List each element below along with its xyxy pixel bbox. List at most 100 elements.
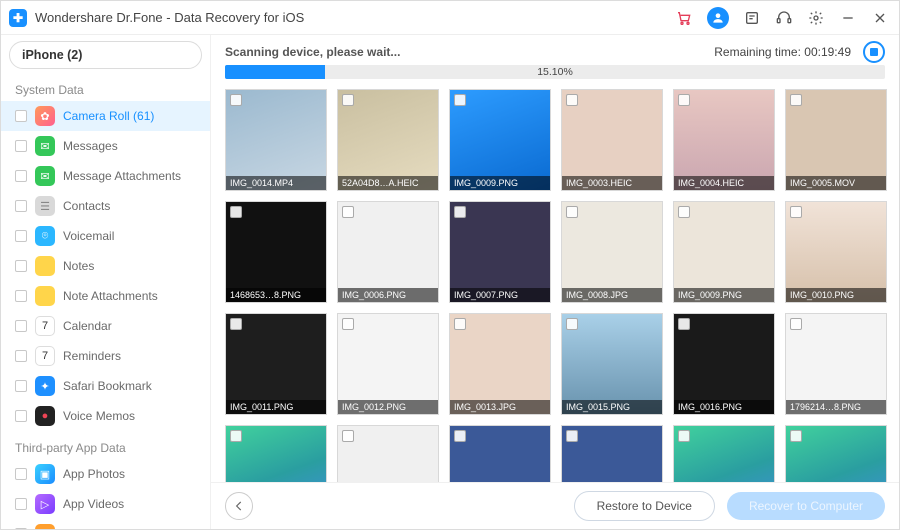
sidebar-group-label: Third-party App Data [1,431,210,459]
thumbnail-checkbox[interactable] [678,94,690,106]
sidebar-item-camera-roll[interactable]: ✿Camera Roll (61) [1,101,210,131]
feedback-icon[interactable] [743,9,761,27]
thumbnail[interactable]: 1796214…8.PNG [785,313,887,415]
thumbnail[interactable]: IMG_0004.HEIC [673,89,775,191]
thumbnail[interactable] [337,425,439,482]
sidebar-item-messages[interactable]: ✉Messages [1,131,210,161]
sidebar-item-notes[interactable]: Notes [1,251,210,281]
checkbox[interactable] [15,110,27,122]
sidebar-item-voicemail[interactable]: ⌾Voicemail [1,221,210,251]
thumbnail-checkbox[interactable] [454,206,466,218]
checkbox[interactable] [15,498,27,510]
thumbnail-checkbox[interactable] [790,318,802,330]
thumbnail[interactable] [561,425,663,482]
thumbnail[interactable]: IMG_0014.MP4 [225,89,327,191]
app-document-icon: ≡ [35,524,55,529]
thumbnail-checkbox[interactable] [678,206,690,218]
thumbnail-checkbox[interactable] [678,318,690,330]
thumbnail[interactable]: 52A04D8…A.HEIC [337,89,439,191]
back-button[interactable] [225,492,253,520]
thumbnail-checkbox[interactable] [342,430,354,442]
checkbox[interactable] [15,170,27,182]
sidebar-group-label: System Data [1,73,210,101]
thumbnail-checkbox[interactable] [790,94,802,106]
sidebar-item-message-attachments[interactable]: ✉Message Attachments [1,161,210,191]
sidebar-item-note-attachments[interactable]: Note Attachments [1,281,210,311]
checkbox[interactable] [15,140,27,152]
voicemail-icon: ⌾ [35,226,55,246]
checkbox[interactable] [15,260,27,272]
thumbnail[interactable]: IMG_0009.PNG [449,89,551,191]
thumbnail[interactable]: IMG_0011.PNG [225,313,327,415]
thumbnail-caption: IMG_0003.HEIC [562,176,662,190]
restore-to-device-button[interactable]: Restore to Device [574,491,715,521]
device-selector[interactable]: iPhone (2) [9,41,202,69]
sidebar-item-safari-bookmark[interactable]: ✦Safari Bookmark [1,371,210,401]
support-icon[interactable] [775,9,793,27]
thumbnail-grid-scroll[interactable]: IMG_0014.MP452A04D8…A.HEICIMG_0009.PNGIM… [211,87,899,482]
thumbnail-checkbox[interactable] [230,94,242,106]
account-icon[interactable] [707,7,729,29]
cart-icon[interactable] [675,9,693,27]
sidebar-item-reminders[interactable]: 7Reminders [1,341,210,371]
thumbnail-checkbox[interactable] [566,94,578,106]
sidebar-item-calendar[interactable]: 7Calendar [1,311,210,341]
thumbnail[interactable] [785,425,887,482]
thumbnail-checkbox[interactable] [230,318,242,330]
thumbnail[interactable]: IMG_0012.PNG [337,313,439,415]
thumbnail-checkbox[interactable] [342,318,354,330]
thumbnail[interactable]: IMG_0005.MOV [785,89,887,191]
close-button[interactable] [871,9,889,27]
minimize-button[interactable] [839,9,857,27]
notes-icon [35,256,55,276]
sidebar-item-contacts[interactable]: ☰Contacts [1,191,210,221]
thumbnail[interactable]: IMG_0006.PNG [337,201,439,303]
thumbnail-checkbox[interactable] [454,318,466,330]
thumbnail[interactable]: IMG_0010.PNG [785,201,887,303]
checkbox[interactable] [15,230,27,242]
settings-icon[interactable] [807,9,825,27]
sidebar-item-app-videos[interactable]: ▷App Videos [1,489,210,519]
thumbnail[interactable]: IMG_0016.PNG [673,313,775,415]
thumbnail[interactable]: IMG_0015.PNG [561,313,663,415]
checkbox[interactable] [15,468,27,480]
scan-progress-label: 15.10% [225,65,885,79]
recover-to-computer-button[interactable]: Recover to Computer [727,492,885,520]
thumbnail[interactable] [449,425,551,482]
thumbnail-caption: 1468653…8.PNG [226,288,326,302]
thumbnail-checkbox[interactable] [566,430,578,442]
thumbnail[interactable] [225,425,327,482]
sidebar-item-label: Note Attachments [63,289,158,303]
thumbnail[interactable]: IMG_0013.JPG [449,313,551,415]
thumbnail-checkbox[interactable] [790,430,802,442]
calendar-icon: 7 [35,316,55,336]
sidebar-item-voice-memos[interactable]: ●Voice Memos [1,401,210,431]
thumbnail[interactable]: IMG_0008.JPG [561,201,663,303]
thumbnail[interactable]: IMG_0003.HEIC [561,89,663,191]
checkbox[interactable] [15,290,27,302]
checkbox[interactable] [15,380,27,392]
sidebar-item-app-document[interactable]: ≡App Document [1,519,210,529]
reminders-icon: 7 [35,346,55,366]
checkbox[interactable] [15,350,27,362]
thumbnail[interactable] [673,425,775,482]
checkbox[interactable] [15,410,27,422]
checkbox[interactable] [15,528,27,529]
thumbnail-checkbox[interactable] [454,94,466,106]
thumbnail-checkbox[interactable] [230,206,242,218]
thumbnail-checkbox[interactable] [566,318,578,330]
thumbnail[interactable]: IMG_0007.PNG [449,201,551,303]
checkbox[interactable] [15,200,27,212]
thumbnail[interactable]: IMG_0009.PNG [673,201,775,303]
sidebar-item-app-photos[interactable]: ▣App Photos [1,459,210,489]
thumbnail-checkbox[interactable] [230,430,242,442]
thumbnail-checkbox[interactable] [342,94,354,106]
thumbnail-checkbox[interactable] [790,206,802,218]
thumbnail-checkbox[interactable] [342,206,354,218]
thumbnail-checkbox[interactable] [566,206,578,218]
thumbnail-checkbox[interactable] [454,430,466,442]
checkbox[interactable] [15,320,27,332]
stop-scan-button[interactable] [863,41,885,63]
thumbnail[interactable]: 1468653…8.PNG [225,201,327,303]
thumbnail-checkbox[interactable] [678,430,690,442]
